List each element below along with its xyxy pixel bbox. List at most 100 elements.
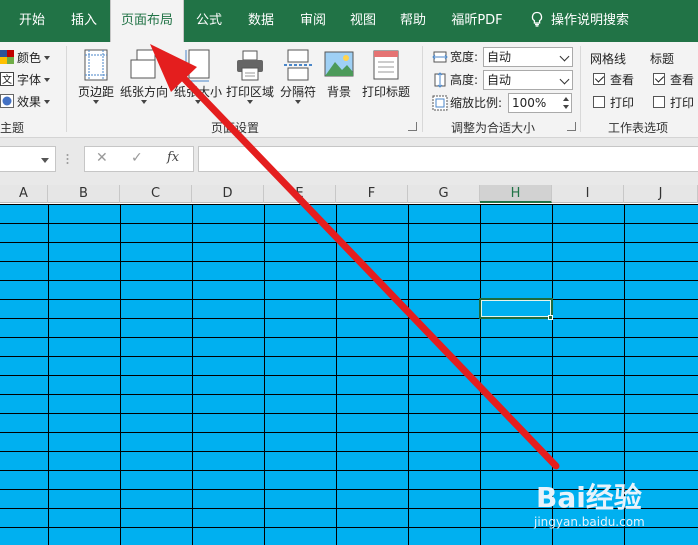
grid-row-line <box>0 337 698 338</box>
grid-row-line <box>0 394 698 395</box>
grid-row-line <box>0 204 698 205</box>
scale-row: 缩放比例: <box>432 92 502 114</box>
print-titles-button[interactable]: 打印标题 <box>360 48 412 100</box>
tab-help[interactable]: 帮助 <box>390 0 436 42</box>
chevron-down-icon <box>41 158 49 163</box>
grid-column-line <box>264 204 265 545</box>
print-area-icon <box>237 50 263 81</box>
scale-spinner[interactable]: 100% <box>508 93 572 113</box>
gridlines-title: 网格线 <box>590 52 627 66</box>
scale-icon <box>432 95 448 111</box>
theme-colors-label: 颜色 <box>17 51 42 65</box>
group-divider <box>580 46 581 132</box>
column-header-d[interactable]: D <box>192 185 264 203</box>
enter-icon[interactable]: ✓ <box>131 150 143 166</box>
background-icon <box>324 51 354 77</box>
print-titles-label: 打印标题 <box>361 85 410 99</box>
grid-row-line <box>0 280 698 281</box>
fit-height-label: 高度: <box>450 73 479 87</box>
tell-me-label: 操作说明搜索 <box>550 13 629 28</box>
grid-column-line <box>120 204 121 545</box>
fit-height-row: 高度: <box>432 69 478 91</box>
breaks-button[interactable]: 分隔符 <box>278 48 318 104</box>
tab-data[interactable]: 数据 <box>238 0 284 42</box>
column-header-c[interactable]: C <box>120 185 192 203</box>
tab-review[interactable]: 审阅 <box>290 0 336 42</box>
gridlines-view-label: 查看 <box>610 73 635 87</box>
orientation-button[interactable]: 纸张方向 <box>118 48 170 104</box>
fit-height-select[interactable]: 自动 <box>483 70 573 90</box>
page-setup-launcher[interactable] <box>408 122 417 131</box>
paper-size-label: 纸张大小 <box>173 85 222 99</box>
selected-cell[interactable] <box>479 298 553 319</box>
cancel-icon[interactable]: ✕ <box>96 150 108 166</box>
palette-icon <box>0 50 14 64</box>
column-header-e[interactable]: E <box>264 185 336 203</box>
column-header-bar: A B C D E F G H I J <box>0 185 698 203</box>
tab-home[interactable]: 开始 <box>8 0 56 42</box>
headings-print-checkbox[interactable] <box>653 96 665 108</box>
background-label: 背景 <box>326 85 351 99</box>
grid-row-line <box>0 356 698 357</box>
column-header-f[interactable]: F <box>336 185 408 203</box>
page-setup-group-label: 页面设置 <box>211 121 260 135</box>
headings-print-label: 打印 <box>670 96 695 110</box>
background-button[interactable]: 背景 <box>322 48 356 100</box>
watermark-url: jingyan.baidu.com <box>534 515 645 529</box>
theme-fonts-button[interactable]: 文字体 <box>0 70 51 90</box>
tab-foxit-pdf[interactable]: 福昕PDF <box>442 0 512 42</box>
fit-width-select[interactable]: 自动 <box>483 47 573 67</box>
sheet-options-group-label: 工作表选项 <box>608 121 669 135</box>
scale-launcher[interactable] <box>567 122 576 131</box>
column-header-j[interactable]: J <box>624 185 698 203</box>
spin-down-icon[interactable] <box>563 105 569 109</box>
chevron-down-icon <box>247 100 253 104</box>
headings-title: 标题 <box>650 52 675 66</box>
tab-formulas[interactable]: 公式 <box>186 0 232 42</box>
name-box[interactable] <box>0 146 56 172</box>
group-divider <box>66 46 67 132</box>
tab-view[interactable]: 视图 <box>340 0 386 42</box>
headings-view-checkbox[interactable] <box>653 73 665 85</box>
baidu-watermark: Bai经验 jingyan.baidu.com <box>530 470 698 545</box>
theme-colors-button[interactable]: 颜色 <box>0 48 51 68</box>
ribbon-page-layout: 颜色 文字体 效果 主题 页边距 纸张方向 纸张大小 打印区域 分隔符 背景 打… <box>0 42 698 138</box>
gridlines-print-checkbox[interactable] <box>593 96 605 108</box>
column-header-g[interactable]: G <box>408 185 480 203</box>
chevron-down-icon <box>559 74 570 85</box>
chevron-down-icon <box>559 51 570 62</box>
column-header-i[interactable]: I <box>552 185 624 203</box>
theme-fonts-label: 字体 <box>17 73 42 87</box>
margins-button[interactable]: 页边距 <box>76 48 116 104</box>
fill-handle[interactable] <box>548 315 553 320</box>
spin-up-icon[interactable] <box>563 97 569 101</box>
gridlines-view-checkbox[interactable] <box>593 73 605 85</box>
print-area-button[interactable]: 打印区域 <box>224 48 276 104</box>
column-header-a[interactable]: A <box>0 185 48 203</box>
gridlines-print-label: 打印 <box>610 96 635 110</box>
column-header-b[interactable]: B <box>48 185 120 203</box>
formula-buttons: ✕ ✓ fx <box>84 146 194 172</box>
theme-effects-button[interactable]: 效果 <box>0 92 51 112</box>
height-icon <box>434 72 446 88</box>
formula-input[interactable] <box>198 146 698 172</box>
fit-width-value: 自动 <box>487 50 512 64</box>
orientation-icon <box>130 49 156 79</box>
tell-me-search[interactable]: 操作说明搜索 <box>524 0 634 42</box>
group-divider <box>422 46 423 132</box>
insert-function-button[interactable]: fx <box>167 150 179 165</box>
watermark-logo: Bai经验 <box>536 481 642 514</box>
fit-width-label: 宽度: <box>450 50 479 64</box>
svg-text:文: 文 <box>2 73 12 86</box>
tab-insert[interactable]: 插入 <box>60 0 108 42</box>
paper-size-button[interactable]: 纸张大小 <box>172 48 224 104</box>
width-icon <box>432 51 448 63</box>
drag-handle-icon[interactable] <box>66 152 69 166</box>
column-header-h[interactable]: H <box>480 185 552 203</box>
chevron-down-icon <box>44 78 51 82</box>
tab-page-layout[interactable]: 页面布局 <box>110 0 184 42</box>
chevron-down-icon <box>141 100 147 104</box>
grid-column-line <box>336 204 337 545</box>
fit-width-row: 宽度: <box>432 46 478 68</box>
print-titles-icon <box>373 50 399 80</box>
